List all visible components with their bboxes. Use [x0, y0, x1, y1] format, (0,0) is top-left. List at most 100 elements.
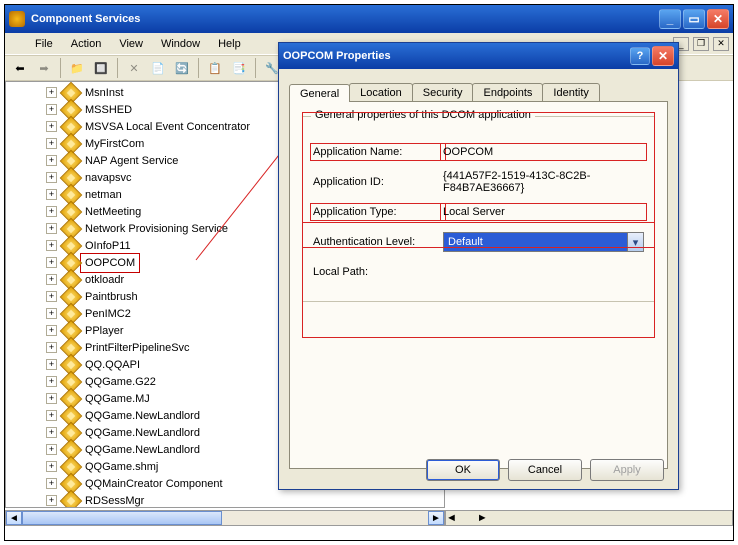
tree-item-label: QQMainCreator Component [83, 477, 225, 491]
properties-button[interactable]: 📄 [147, 57, 169, 79]
tree-item-label: OOPCOM [83, 256, 137, 270]
expand-icon[interactable]: + [46, 325, 57, 336]
expand-icon[interactable]: + [46, 240, 57, 251]
tree-item-label: OInfoP11 [83, 239, 133, 253]
expand-icon[interactable]: + [46, 206, 57, 217]
apply-button[interactable]: Apply [590, 459, 664, 481]
expand-icon[interactable]: + [46, 87, 57, 98]
tree-item-label: PrintFilterPipelineSvc [83, 341, 192, 355]
expand-icon[interactable]: + [46, 444, 57, 455]
expand-icon[interactable]: + [46, 121, 57, 132]
expand-icon[interactable]: + [46, 359, 57, 370]
expand-icon[interactable]: + [46, 393, 57, 404]
expand-icon[interactable]: + [46, 104, 57, 115]
minimize-button[interactable]: _ [659, 9, 681, 29]
scroll-right-icon[interactable]: ► [428, 511, 444, 525]
menu-action[interactable]: Action [63, 36, 110, 52]
close-button[interactable]: ✕ [707, 9, 729, 29]
annotation-box [302, 112, 655, 338]
tree-item-label: QQGame.NewLandlord [83, 426, 202, 440]
hscrollbar-right[interactable]: ◄ ► [445, 510, 733, 526]
mdi-restore-button[interactable]: ❐ [693, 37, 709, 51]
dialog-button-row: OK Cancel Apply [426, 459, 664, 481]
properties-dialog: OOPCOM Properties ? ✕ General Location S… [278, 42, 679, 490]
tree-item-label: PenIMC2 [83, 307, 133, 321]
tab-identity[interactable]: Identity [542, 83, 599, 101]
dialog-close-button[interactable]: ✕ [652, 46, 674, 66]
tree-item-label: NAP Agent Service [83, 154, 180, 168]
expand-icon[interactable]: + [46, 257, 57, 268]
tree-item-label: RDSessMgr [83, 494, 146, 508]
expand-icon[interactable]: + [46, 223, 57, 234]
tab-location[interactable]: Location [349, 83, 413, 101]
dialog-body: General Location Security Endpoints Iden… [289, 79, 668, 449]
scroll-right-icon[interactable]: ► [477, 512, 488, 524]
tree-item-label: navapsvc [83, 171, 133, 185]
show-tree-button[interactable]: 🔲 [90, 57, 112, 79]
expand-icon[interactable]: + [46, 478, 57, 489]
expand-icon[interactable]: + [46, 291, 57, 302]
mmc-icon [9, 36, 25, 52]
tree-item-label: MSSHED [83, 103, 134, 117]
dialog-title: OOPCOM Properties [283, 50, 630, 62]
tab-panel-general: General properties of this DCOM applicat… [289, 101, 668, 469]
window-title: Component Services [31, 13, 659, 25]
tree-item-label: QQGame.NewLandlord [83, 409, 202, 423]
tree-item-label: MyFirstCom [83, 137, 146, 151]
expand-icon[interactable]: + [46, 410, 57, 421]
expand-icon[interactable]: + [46, 274, 57, 285]
new-button[interactable]: 📑 [228, 57, 250, 79]
back-button[interactable]: ⬅ [9, 57, 31, 79]
titlebar[interactable]: Component Services _ ▭ ✕ [5, 5, 733, 33]
maximize-button[interactable]: ▭ [683, 9, 705, 29]
tree-item-label: MsnInst [83, 86, 126, 100]
menu-file[interactable]: File [27, 36, 61, 52]
tree-item[interactable]: + RDSessMgr [46, 492, 444, 508]
tree-item-label: QQGame.MJ [83, 392, 152, 406]
export-button[interactable]: 📋 [204, 57, 226, 79]
component-icon [60, 489, 83, 508]
up-button[interactable]: 📁 [66, 57, 88, 79]
tree-item-label: PPlayer [83, 324, 126, 338]
tree-item-label: QQGame.G22 [83, 375, 158, 389]
tab-general[interactable]: General [289, 84, 350, 102]
cancel-button[interactable]: Cancel [508, 459, 582, 481]
hscrollbar-left[interactable]: ◄ ► [5, 510, 445, 526]
scroll-thumb[interactable] [22, 511, 222, 525]
ok-button[interactable]: OK [426, 459, 500, 481]
tree-item-label: QQ.QQAPI [83, 358, 142, 372]
tree-item-label: otkloadr [83, 273, 126, 287]
forward-button[interactable]: ➡ [33, 57, 55, 79]
expand-icon[interactable]: + [46, 155, 57, 166]
delete-button[interactable]: ✕ [123, 57, 145, 79]
refresh-button[interactable]: 🔄 [171, 57, 193, 79]
tab-security[interactable]: Security [412, 83, 474, 101]
expand-icon[interactable]: + [46, 308, 57, 319]
tab-endpoints[interactable]: Endpoints [472, 83, 543, 101]
expand-icon[interactable]: + [46, 172, 57, 183]
expand-icon[interactable]: + [46, 342, 57, 353]
menu-view[interactable]: View [111, 36, 151, 52]
tree-item-label: Network Provisioning Service [83, 222, 230, 236]
tree-item-label: NetMeeting [83, 205, 143, 219]
expand-icon[interactable]: + [46, 189, 57, 200]
expand-icon[interactable]: + [46, 461, 57, 472]
tree-item-label: Paintbrush [83, 290, 140, 304]
expand-icon[interactable]: + [46, 427, 57, 438]
help-button[interactable]: ? [630, 47, 650, 65]
menu-help[interactable]: Help [210, 36, 249, 52]
scroll-left-icon[interactable]: ◄ [446, 512, 457, 524]
app-icon [9, 11, 25, 27]
scroll-left-icon[interactable]: ◄ [6, 511, 22, 525]
tree-item-label: MSVSA Local Event Concentrator [83, 120, 252, 134]
tree-item-label: QQGame.shmj [83, 460, 160, 474]
tabstrip: General Location Security Endpoints Iden… [289, 79, 668, 101]
mdi-close-button[interactable]: ✕ [713, 37, 729, 51]
expand-icon[interactable]: + [46, 495, 57, 506]
expand-icon[interactable]: + [46, 138, 57, 149]
expand-icon[interactable]: + [46, 376, 57, 387]
tree-item-label: QQGame.NewLandlord [83, 443, 202, 457]
dialog-titlebar[interactable]: OOPCOM Properties ? ✕ [279, 43, 678, 69]
menu-window[interactable]: Window [153, 36, 208, 52]
tree-item-label: netman [83, 188, 124, 202]
